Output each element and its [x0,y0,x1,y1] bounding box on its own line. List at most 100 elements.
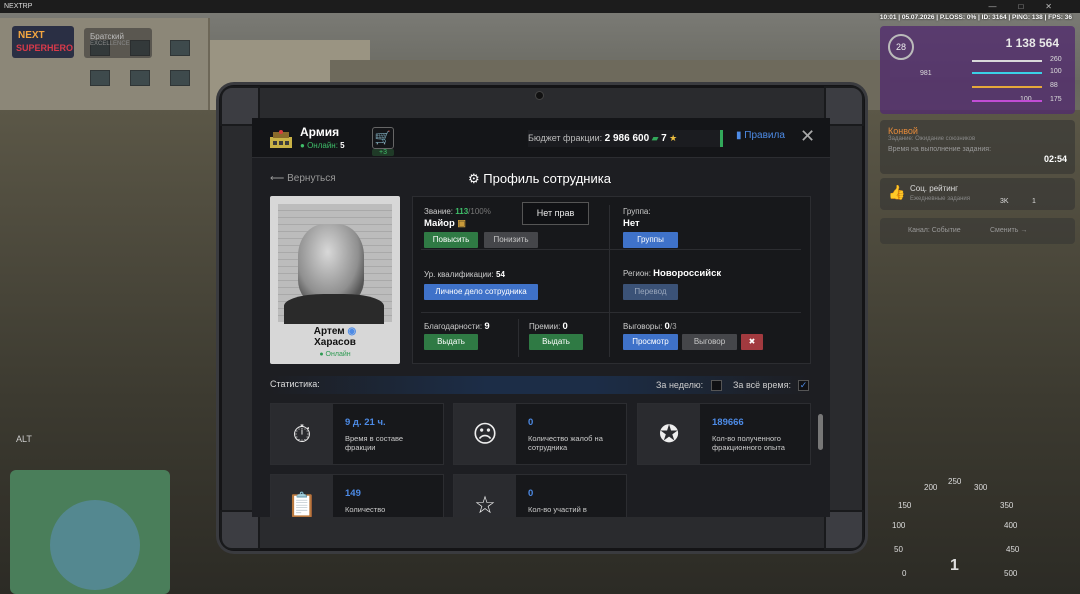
speedometer: 0 50 100 150 200 250 300 350 400 450 500… [892,477,1020,578]
convoy-sub: Задание: Ожидание союзников [888,136,976,142]
week-checkbox[interactable] [711,380,722,391]
hud-stat-b: 260 [1050,56,1062,63]
user-icon: ◉ [347,326,357,337]
week-label: За неделю: [656,380,704,390]
stat-desc: Кол-во полученного фракционного опыта [712,434,785,452]
stat-tile: ✪ 189666 Кол-во полученного фракционного… [637,403,811,465]
window-title: NEXTRP [4,3,33,10]
group-value: Нет [623,218,640,229]
minimap [10,470,170,594]
gear-indicator: 1 [950,557,959,574]
no-rights-tooltip: Нет прав [522,202,589,225]
exp-icon: ✪ [638,404,700,464]
player-hud: 28 1 138 564 981 260 100 88 100 175 [880,26,1075,114]
rank-name: Майор ▣ [424,218,466,229]
channel-switch: Сменить → [990,227,1028,234]
book-icon: ▮ [736,130,742,141]
remove-user-button[interactable]: ✖ [741,334,763,350]
rating-sub: Ежедневные задания [910,196,971,202]
back-button[interactable]: ⟵ Вернуться [270,173,336,184]
transfer-button[interactable]: Перевод [623,284,678,300]
hud-stat-c: 100 [1050,68,1062,75]
demote-button[interactable]: Понизить [484,232,538,248]
employee-card: Артем ◉ Харасов ● Онлайн [270,196,400,364]
tablet-corner-tr [824,86,864,126]
convoy-title: Конвой [888,126,918,136]
budget-extra: 7 [661,133,667,144]
employee-photo [278,204,392,324]
channel-label: Канал: Событие [908,227,961,234]
cart-button[interactable]: 🛒 [372,127,394,149]
star-icon: ★ [669,133,678,143]
thanks-label: Благодарности: 9 [424,321,490,332]
tablet-screen: Армия ● Онлайн: 5 🛒 +3 Бюджет фракции: 2… [252,118,830,517]
camera-icon [535,91,544,100]
alltime-label: За всё время: [733,380,791,390]
stat-desc: Количество [345,505,386,514]
stats-header: Статистика: За неделю: За всё время: ✓ [270,376,811,394]
faction-online: ● Онлайн: 5 [300,141,345,150]
hud-stat-f: 175 [1050,96,1062,103]
star-outline-icon: ☆ [454,475,516,517]
rank-label: Звание: 113/100% [424,207,491,216]
tablet-corner-br [824,510,864,550]
give-bonus-button[interactable]: Выдать [529,334,583,350]
cash-icon: ▰ [651,133,659,143]
alltime-checkbox[interactable]: ✓ [798,380,809,391]
rules-link[interactable]: ▮ Правила [736,130,785,141]
warnings-label: Выговоры: 0/3 [623,321,677,332]
view-warnings-button[interactable]: Просмотр [623,334,678,350]
channel-bar: Канал: Событие Сменить → [880,218,1075,244]
stat-desc: Кол-во участий в [528,505,587,514]
budget-value: 2 986 600 [604,133,650,144]
performance-readout: 10:01 | 05.07.2026 | P.LOSS: 0% | ID: 31… [879,14,1072,21]
close-icon: ✕ [800,126,816,146]
thumbs-up-icon: 👍 [888,184,906,200]
hud-stat-d: 88 [1050,82,1058,89]
complaint-icon: ☹ [454,404,516,464]
alt-hint: ALT [16,434,32,444]
stat-value: 149 [345,488,361,499]
promote-button[interactable]: Повысить [424,232,478,248]
faction-header: Армия ● Онлайн: 5 🛒 +3 Бюджет фракции: 2… [252,118,830,158]
employee-info: Звание: 113/100% Майор ▣ Повысить Понизи… [412,196,811,364]
personal-file-button[interactable]: Личное дело сотрудника [424,284,538,300]
hud-stat-a: 981 [920,70,932,77]
convoy-quest: Конвой Задание: Ожидание союзников Время… [880,120,1075,174]
page-title: ⚙ Профиль сотрудника [468,171,611,186]
server-sub: EXCELLENCE [90,41,130,47]
scrollbar[interactable] [818,414,823,450]
rating-val2: 1 [1032,198,1036,205]
rating-val1: 3K [1000,198,1009,205]
stopwatch-icon: ⏱ [271,404,333,464]
give-thanks-button[interactable]: Выдать [424,334,478,350]
stats-label: Статистика: [270,379,320,389]
region-label: Регион: Новороссийск [623,268,722,279]
faction-budget: Бюджет фракции: 2 986 600 ▰ 7 ★ [528,130,723,147]
stat-value: 0 [528,417,534,428]
cart-badge: +3 [372,149,394,156]
server-name: Братский [90,32,124,41]
logo-text-bottom: SUPERHERO [16,43,74,53]
group-label: Группа: [623,207,651,216]
faction-name: Армия [300,125,340,139]
stat-tile: ☹ 0 Количество жалоб на сотрудника [453,403,627,465]
stat-tile: ☆ 0 Кол-во участий в [453,474,627,517]
stat-value: 189666 [712,417,744,428]
bonus-label: Премии: 0 [529,321,568,332]
stat-value: 0 [528,488,534,499]
close-button[interactable]: ✕ [800,126,815,146]
window-titlebar: NEXTRP —□✕ [0,0,1080,13]
cart-icon: 🛒 [374,130,392,145]
issue-warning-button[interactable]: Выговор [682,334,737,350]
arrow-left-icon: ⟵ [270,173,285,184]
window-controls[interactable]: —□✕ [988,0,1074,13]
stat-value: 9 д. 21 ч. [345,417,386,428]
employee-status: ● Онлайн [319,351,351,358]
project-logo: NEXT SUPERHERO [12,26,74,58]
army-icon [270,130,292,148]
groups-button[interactable]: Группы [623,232,678,248]
logo-text-top: NEXT [18,30,45,41]
rank-icon: ▣ [457,218,466,228]
stat-desc: Количество жалоб на сотрудника [528,434,603,452]
